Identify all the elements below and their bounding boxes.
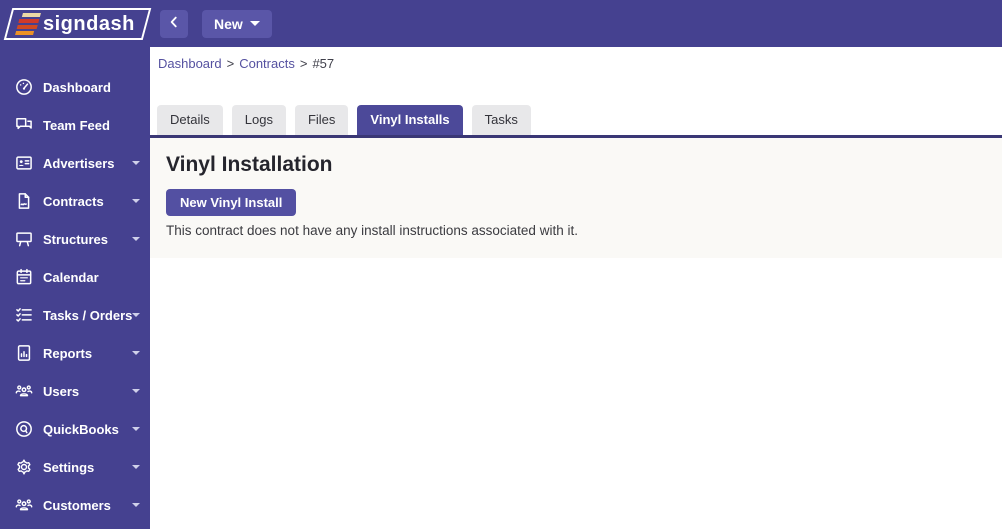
sidebar-item-label: Tasks / Orders bbox=[43, 307, 133, 323]
sidebar-item-label: QuickBooks bbox=[43, 421, 119, 437]
structures-icon bbox=[14, 229, 34, 249]
logo-area: signdash bbox=[0, 7, 152, 40]
breadcrumb: Dashboard > Contracts > #57 bbox=[150, 47, 1002, 71]
sidebar-item-settings[interactable]: Settings bbox=[0, 448, 150, 486]
breadcrumb-link-contracts[interactable]: Contracts bbox=[239, 56, 295, 71]
team-feed-icon bbox=[14, 115, 34, 135]
chevron-down-icon bbox=[132, 427, 140, 431]
brand-name: signdash bbox=[43, 12, 135, 35]
sidebar-item-quickbooks[interactable]: QuickBooks bbox=[0, 410, 150, 448]
tab-tasks[interactable]: Tasks bbox=[471, 105, 531, 135]
calendar-icon bbox=[14, 267, 34, 287]
tasks-checklist-icon bbox=[14, 305, 34, 325]
tab-bar: Details Logs Files Vinyl Installs Tasks bbox=[150, 105, 1002, 138]
page-title: Vinyl Installation bbox=[166, 153, 333, 176]
sidebar-item-label: Reports bbox=[43, 345, 93, 361]
logo-stripes-icon bbox=[15, 12, 41, 35]
gear-icon bbox=[14, 457, 34, 477]
customers-group-icon bbox=[14, 495, 34, 515]
tab-details[interactable]: Details bbox=[157, 105, 223, 135]
new-vinyl-install-button[interactable]: New Vinyl Install bbox=[166, 189, 297, 216]
main-content: Dashboard > Contracts > #57 Details Logs Fil… bbox=[150, 47, 1002, 529]
brand-logo[interactable]: signdash bbox=[3, 7, 152, 40]
breadcrumb-current: #57 bbox=[312, 56, 335, 71]
contracts-icon bbox=[14, 191, 34, 211]
sidebar-item-dashboard[interactable]: Dashboard bbox=[0, 68, 150, 106]
chevron-left-icon bbox=[167, 15, 181, 32]
sidebar-item-label: Settings bbox=[43, 459, 95, 475]
empty-state-message: This contract does not have any install … bbox=[166, 223, 578, 238]
dashboard-icon bbox=[14, 77, 34, 97]
top-bar: signdash New bbox=[0, 0, 1002, 47]
sidebar-item-contracts[interactable]: Contracts bbox=[0, 182, 150, 220]
sidebar-item-label: Advertisers bbox=[43, 155, 115, 171]
sidebar-item-label: Structures bbox=[43, 231, 109, 247]
breadcrumb-separator: > bbox=[299, 56, 308, 71]
sidebar-item-advertisers[interactable]: Advertisers bbox=[0, 144, 150, 182]
vinyl-installs-panel: Vinyl Installation New Vinyl Install Thi… bbox=[150, 138, 1002, 258]
chevron-down-icon bbox=[132, 465, 140, 469]
sidebar-item-users[interactable]: Users bbox=[0, 372, 150, 410]
quickbooks-icon bbox=[14, 419, 34, 439]
sidebar-item-reports[interactable]: Reports bbox=[0, 334, 150, 372]
sidebar-item-label: Users bbox=[43, 383, 80, 399]
back-button[interactable] bbox=[160, 9, 188, 38]
sidebar-item-label: Dashboard bbox=[43, 79, 111, 95]
chevron-down-icon bbox=[132, 389, 140, 393]
chevron-down-icon bbox=[132, 199, 140, 203]
sidebar-item-team-feed[interactable]: Team Feed bbox=[0, 106, 150, 144]
users-group-icon bbox=[14, 381, 34, 401]
sidebar-item-label: Calendar bbox=[43, 269, 99, 285]
sidebar-item-structures[interactable]: Structures bbox=[0, 220, 150, 258]
breadcrumb-separator: > bbox=[226, 56, 235, 71]
sidebar-item-calendar[interactable]: Calendar bbox=[0, 258, 150, 296]
chevron-down-icon bbox=[132, 503, 140, 507]
sidebar-item-customers[interactable]: Customers bbox=[0, 486, 150, 524]
caret-down-icon bbox=[249, 21, 260, 26]
sidebar-nav: Dashboard Team Feed Advertisers Contract… bbox=[0, 47, 150, 529]
sidebar-item-label: Contracts bbox=[43, 193, 104, 209]
chevron-down-icon bbox=[132, 237, 140, 241]
chevron-down-icon bbox=[132, 351, 140, 355]
tab-logs[interactable]: Logs bbox=[231, 105, 286, 135]
chevron-down-icon bbox=[132, 313, 141, 317]
sidebar-item-label: Team Feed bbox=[43, 117, 110, 133]
sidebar-item-label: Customers bbox=[43, 497, 111, 513]
new-dropdown-button[interactable]: New bbox=[202, 9, 272, 38]
tab-files[interactable]: Files bbox=[294, 105, 349, 135]
chevron-down-icon bbox=[132, 161, 140, 165]
breadcrumb-link-dashboard[interactable]: Dashboard bbox=[158, 56, 222, 71]
new-button-label: New bbox=[214, 15, 243, 32]
reports-icon bbox=[14, 343, 34, 363]
advertisers-icon bbox=[14, 153, 34, 173]
sidebar-item-tasks-orders[interactable]: Tasks / Orders bbox=[0, 296, 150, 334]
tab-vinyl-installs[interactable]: Vinyl Installs bbox=[357, 105, 463, 135]
